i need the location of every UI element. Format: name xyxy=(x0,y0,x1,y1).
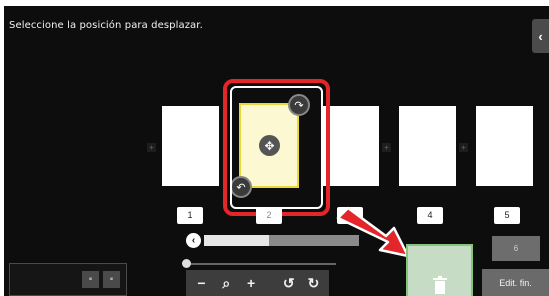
zoom-slider[interactable] xyxy=(182,259,337,268)
page-number-label: 4 xyxy=(417,207,443,224)
preview-screen: Seleccione la posición para desplazar. ‹… xyxy=(4,6,549,296)
zoom-in-button[interactable]: + xyxy=(241,273,261,293)
edit-finish-button[interactable]: Edit. fin. xyxy=(482,269,549,296)
magnifier-icon[interactable]: ⌕ xyxy=(216,273,236,293)
view-toolbar: − ⌕ + ↺ ↻ xyxy=(186,270,329,296)
scroll-left-icon[interactable]: ‹ xyxy=(186,233,201,248)
selection-highlight-inner xyxy=(230,86,323,209)
view-mode-panel: ▪ ▪ xyxy=(9,263,127,296)
delete-drop-zone[interactable] xyxy=(406,244,473,296)
page-number-label: 1 xyxy=(177,207,203,224)
page-six-button[interactable]: 6 xyxy=(492,236,540,261)
zoom-slider-knob[interactable] xyxy=(182,259,191,268)
page-view-icon[interactable]: ▪ xyxy=(103,271,120,288)
zoom-slider-track xyxy=(186,263,336,265)
page-number-label: 2 xyxy=(256,207,282,224)
zoom-out-button[interactable]: − xyxy=(191,273,211,293)
instruction-text: Seleccione la posición para desplazar. xyxy=(9,20,203,31)
page-number-label: 5 xyxy=(494,207,520,224)
trash-icon xyxy=(433,276,447,294)
rotate-right-button[interactable]: ↻ xyxy=(304,273,324,293)
single-page-view-icon[interactable]: ▪ xyxy=(82,271,99,288)
rotate-left-button[interactable]: ↺ xyxy=(279,273,299,293)
chevron-left-icon: ‹ xyxy=(538,28,543,44)
page-thumbnail-1[interactable] xyxy=(162,106,219,186)
insert-gap-marker[interactable]: + xyxy=(382,143,391,152)
insert-gap-marker[interactable]: + xyxy=(459,143,468,152)
page-thumbnail-5[interactable] xyxy=(476,106,533,186)
insert-gap-marker[interactable]: + xyxy=(147,143,156,152)
page-thumbnail-3[interactable] xyxy=(322,106,379,186)
scroll-thumb[interactable] xyxy=(204,235,270,246)
page-thumbnail-4[interactable] xyxy=(399,106,456,186)
collapse-panel-button[interactable]: ‹ xyxy=(532,19,549,53)
